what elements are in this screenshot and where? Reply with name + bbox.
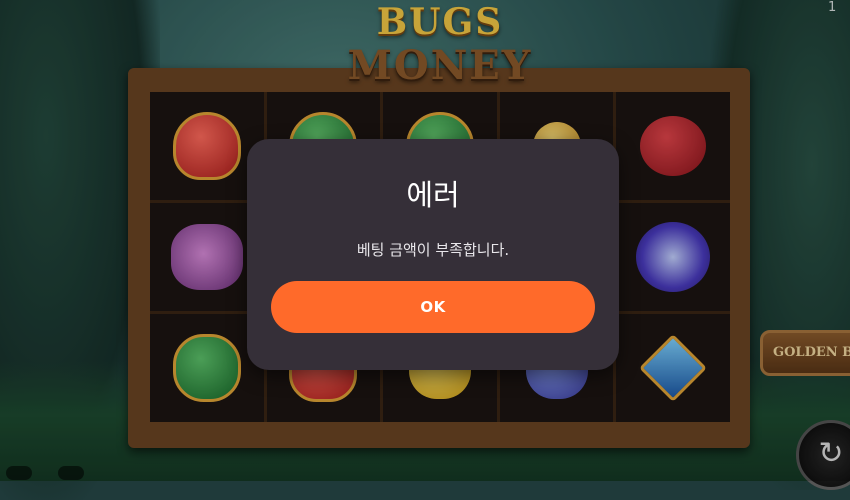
error-dialog: 에러 베팅 금액이 부족합니다. OK xyxy=(247,139,619,370)
dialog-message: 베팅 금액이 부족합니다. xyxy=(356,241,510,259)
ok-button[interactable]: OK xyxy=(271,281,595,333)
dialog-title: 에러 xyxy=(406,178,460,212)
